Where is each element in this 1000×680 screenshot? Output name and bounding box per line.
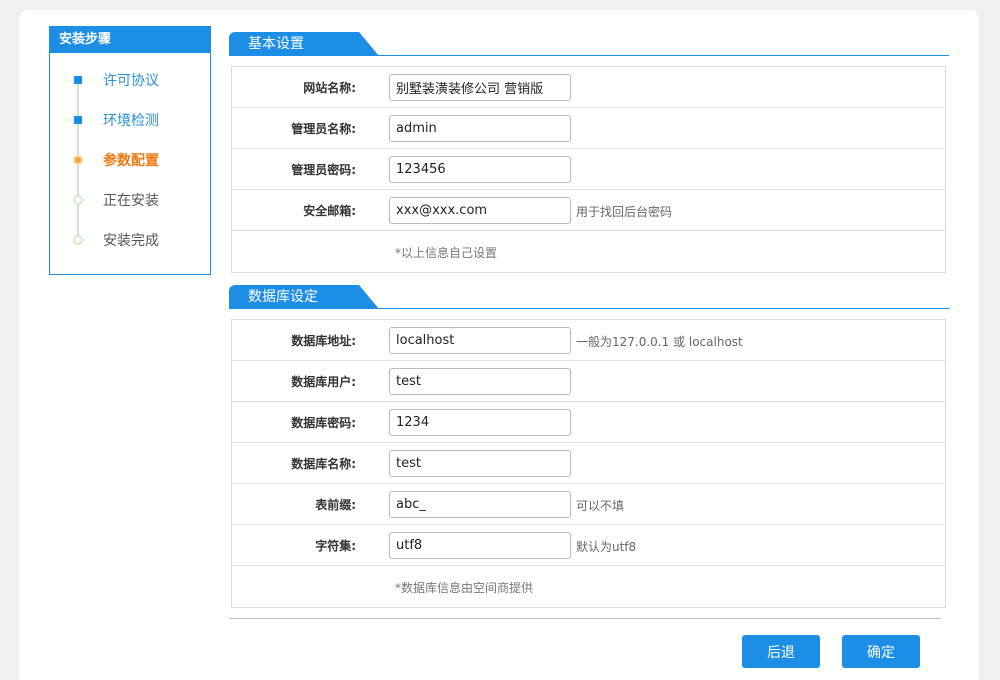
step-done-marker-icon (74, 116, 82, 124)
step-label: 许可协议 (103, 73, 159, 89)
db-password-label: 数据库密码: (291, 416, 356, 430)
email-hint: 用于找回后台密码 (576, 205, 673, 219)
form-row-site-name: 网站名称: (232, 67, 945, 108)
admin-name-label: 管理员名称: (291, 122, 356, 136)
step-label: 参数配置 (103, 153, 159, 169)
form-row-table-prefix: 表前缀: 可以不填 (232, 484, 945, 525)
form-row-charset: 字符集: 默认为utf8 (232, 525, 945, 566)
step-current-marker-icon (73, 155, 83, 165)
db-password-input[interactable] (389, 409, 571, 436)
form-row-db-name: 数据库名称: (232, 443, 945, 484)
db-name-label: 数据库名称: (291, 457, 356, 471)
database-settings-header: 数据库设定 (229, 285, 949, 309)
charset-hint: 默认为utf8 (576, 540, 637, 554)
install-steps-title: 安装步骤 (50, 27, 210, 53)
site-name-label: 网站名称: (303, 81, 356, 95)
db-host-label: 数据库地址: (291, 334, 356, 348)
back-button[interactable]: 后退 (742, 635, 820, 668)
admin-password-label: 管理员密码: (291, 163, 356, 177)
step-complete: 安装完成 (50, 221, 210, 261)
database-settings-form: 数据库地址: 一般为127.0.0.1 或 localhost 数据库用户: 数… (231, 319, 946, 608)
db-name-input[interactable] (389, 450, 571, 477)
footer-divider (229, 618, 941, 619)
step-label: 正在安装 (103, 193, 159, 209)
database-settings-note: *数据库信息由空间商提供 (395, 581, 534, 595)
step-license: 许可协议 (50, 61, 210, 101)
confirm-button[interactable]: 确定 (842, 635, 920, 668)
table-prefix-input[interactable] (389, 491, 571, 518)
form-row-db-password: 数据库密码: (232, 402, 945, 443)
form-row-db-note: *数据库信息由空间商提供 (232, 566, 945, 607)
database-settings-title: 数据库设定 (229, 285, 379, 309)
email-input[interactable] (389, 197, 571, 224)
charset-label: 字符集: (315, 539, 356, 553)
admin-name-input[interactable] (389, 115, 571, 142)
table-prefix-label: 表前缀: (315, 498, 356, 512)
basic-settings-title: 基本设置 (229, 32, 379, 56)
form-row-admin-name: 管理员名称: (232, 108, 945, 149)
db-user-input[interactable] (389, 368, 571, 395)
form-row-db-user: 数据库用户: (232, 361, 945, 402)
table-prefix-hint: 可以不填 (576, 499, 625, 513)
step-env-check: 环境检测 (50, 101, 210, 141)
form-row-admin-password: 管理员密码: (232, 149, 945, 190)
step-done-marker-icon (74, 76, 82, 84)
basic-settings-form: 网站名称: 管理员名称: 管理员密码: 安全邮箱: 用于找回后台密码 *以上信息… (231, 66, 946, 273)
db-user-label: 数据库用户: (291, 375, 356, 389)
step-label: 安装完成 (103, 233, 159, 249)
charset-input[interactable] (389, 532, 571, 559)
email-label: 安全邮箱: (303, 204, 356, 218)
step-pending-marker-icon (73, 195, 83, 205)
form-row-email: 安全邮箱: 用于找回后台密码 (232, 190, 945, 231)
db-host-hint: 一般为127.0.0.1 或 localhost (576, 335, 743, 349)
install-steps-panel: 安装步骤 许可协议 环境检测 参数配置 正在安装 安装完成 (49, 26, 211, 275)
form-row-note: *以上信息自己设置 (232, 231, 945, 272)
db-host-input[interactable] (389, 327, 571, 354)
admin-password-input[interactable] (389, 156, 571, 183)
step-installing: 正在安装 (50, 181, 210, 221)
basic-settings-note: *以上信息自己设置 (395, 246, 498, 260)
step-pending-marker-icon (73, 235, 83, 245)
step-config: 参数配置 (50, 141, 210, 181)
form-row-db-host: 数据库地址: 一般为127.0.0.1 或 localhost (232, 320, 945, 361)
site-name-input[interactable] (389, 74, 571, 101)
basic-settings-header: 基本设置 (229, 32, 949, 56)
step-label: 环境检测 (103, 113, 159, 129)
